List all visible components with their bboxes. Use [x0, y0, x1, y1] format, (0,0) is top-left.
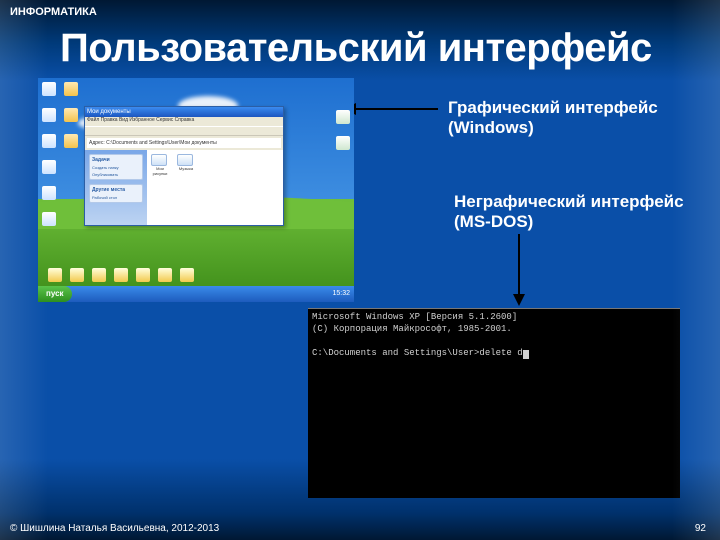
folder-icon: [177, 154, 193, 166]
start-button: пуск: [38, 286, 72, 302]
explorer-toolbar: [85, 126, 283, 136]
desktop-icon: [64, 82, 78, 96]
side-tasks-item: Создать папку: [92, 165, 140, 170]
desktop-icon: [158, 268, 172, 282]
address-label: Адрес:: [89, 140, 105, 146]
explorer-menubar: Файл Правка Вид Избранное Сервис Справка: [85, 117, 283, 126]
xp-taskbar: пуск 15:32: [38, 286, 354, 302]
side-tasks-item: Опубликовать: [92, 172, 140, 177]
arrow-to-gui: [354, 108, 438, 110]
desktop-icon: [64, 134, 78, 148]
footer-copyright: © Шишлина Наталья Васильевна, 2012-2013: [10, 523, 219, 534]
explorer-file-area: Мои рисунки Музыка: [147, 150, 283, 225]
desktop-icon: [64, 108, 78, 122]
side-tasks-panel: Задачи Создать папку Опубликовать: [89, 154, 143, 180]
cli-label: Неграфический интерфейс (MS-DOS): [454, 192, 684, 232]
address-value: C:\Documents and Settings\User\Мои докум…: [106, 140, 217, 146]
dos-cursor: [523, 350, 529, 359]
desktop-icon: [114, 268, 128, 282]
desktop-icons-bottom: [48, 268, 194, 282]
desktop-icons-col2: [64, 82, 82, 160]
desktop-icon: [42, 212, 56, 226]
gui-label-sub: (Windows): [448, 118, 658, 138]
desktop-icon: [136, 268, 150, 282]
desktop-icon: [180, 268, 194, 282]
file-item: Мои рисунки: [151, 154, 169, 174]
dos-screenshot: Microsoft Windows XP [Версия 5.1.2600] (…: [308, 308, 680, 498]
desktop-icon: [92, 268, 106, 282]
gui-label-title: Графический интерфейс: [448, 98, 658, 118]
windows-screenshot: Мои документы Файл Правка Вид Избранное …: [38, 78, 354, 302]
file-item: Музыка: [177, 154, 195, 174]
cli-label-title: Неграфический интерфейс: [454, 192, 684, 212]
cli-label-sub: (MS-DOS): [454, 212, 684, 232]
desktop-icon: [42, 186, 56, 200]
desktop-icon: [42, 134, 56, 148]
side-places-header: Другие места: [92, 187, 140, 193]
dos-prompt: C:\Documents and Settings\User>delete d: [312, 348, 523, 358]
desktop-icon: [42, 82, 56, 96]
file-name: Мои рисунки: [151, 166, 169, 176]
desktop-icon: [48, 268, 62, 282]
side-tasks-header: Задачи: [92, 157, 140, 163]
explorer-sidepanel: Задачи Создать папку Опубликовать Другие…: [85, 150, 147, 225]
arrow-to-cli: [518, 234, 520, 296]
explorer-window: Мои документы Файл Правка Вид Избранное …: [84, 106, 284, 226]
desktop-icons-right: [336, 110, 350, 162]
course-label: ИНФОРМАТИКА: [10, 6, 97, 18]
desktop-icon: [70, 268, 84, 282]
desktop-icon: [336, 110, 350, 124]
file-name: Музыка: [177, 166, 195, 171]
dos-line2: (C) Корпорация Майкрософт, 1985-2001.: [312, 324, 512, 334]
desktop-icon: [42, 108, 56, 122]
system-tray: 15:32: [328, 286, 354, 302]
page-number: 92: [695, 523, 706, 534]
page-title: Пользовательский интерфейс: [60, 26, 652, 71]
folder-icon: [151, 154, 167, 166]
desktop-icon: [42, 160, 56, 174]
explorer-titlebar: Мои документы: [85, 107, 283, 117]
gui-label: Графический интерфейс (Windows): [448, 98, 658, 138]
dos-line1: Microsoft Windows XP [Версия 5.1.2600]: [312, 312, 517, 322]
side-places-panel: Другие места Рабочий стол: [89, 184, 143, 203]
desktop-icon: [336, 136, 350, 150]
explorer-body: Задачи Создать папку Опубликовать Другие…: [85, 150, 283, 225]
side-places-item: Рабочий стол: [92, 195, 140, 200]
explorer-addressbar: Адрес: C:\Documents and Settings\User\Мо…: [87, 138, 281, 148]
